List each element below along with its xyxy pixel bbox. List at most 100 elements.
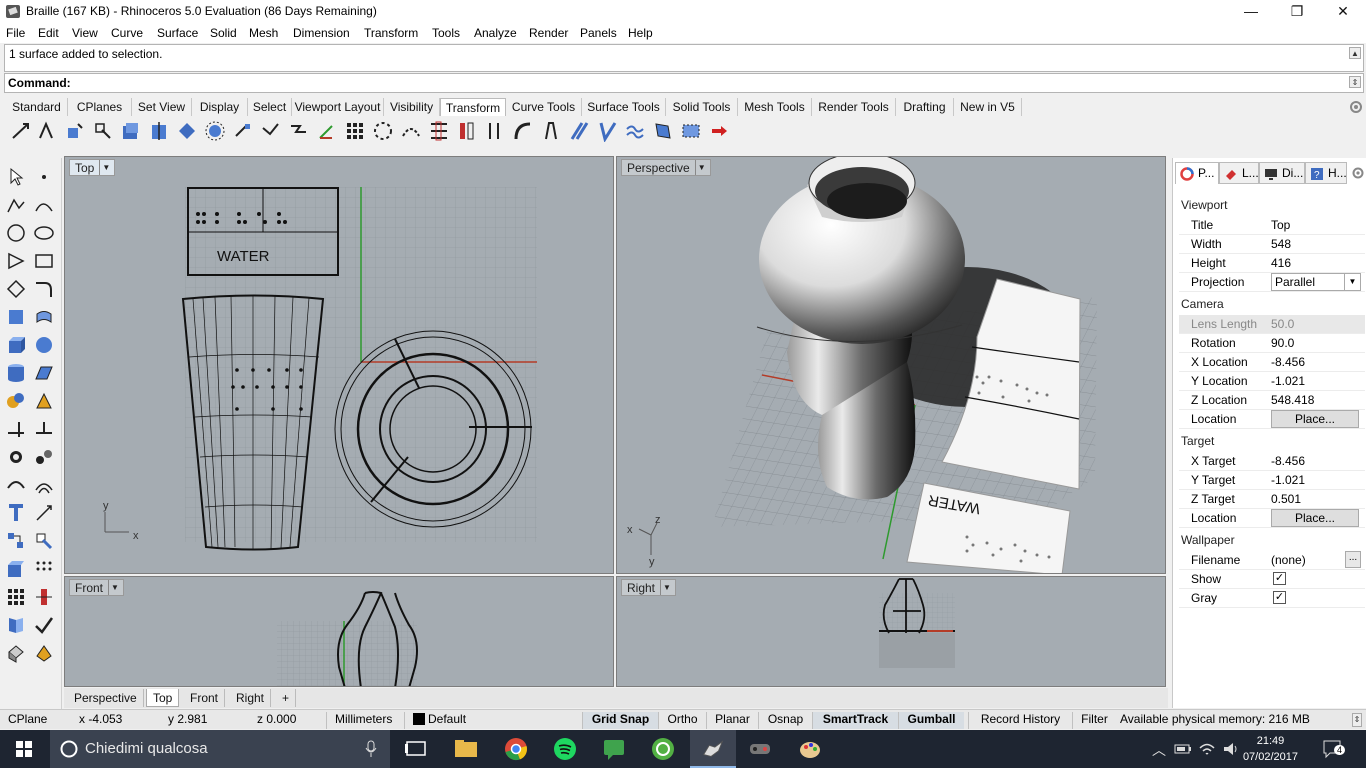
explode-icon[interactable] [33,390,55,412]
tab-visibility[interactable]: Visibility [384,98,440,116]
top-viewport-title[interactable]: Top ▼ [69,159,116,176]
boolean-icon[interactable] [5,390,27,412]
ungroup-icon[interactable] [33,446,55,468]
osnap-toggle[interactable]: Osnap [758,712,812,729]
game-controller-icon[interactable] [746,735,774,763]
prop-height-value[interactable]: 416 [1271,256,1291,270]
cage-edit-icon[interactable] [652,120,674,142]
join-icon[interactable] [5,474,27,496]
flow-icon[interactable] [568,120,590,142]
projection-select[interactable]: Parallel ▼ [1271,273,1361,291]
group-icon[interactable] [5,446,27,468]
prop-z-location-value[interactable]: 548.418 [1271,393,1314,407]
tab-mesh-tools[interactable]: Mesh Tools [738,98,812,116]
shear-icon[interactable] [232,120,254,142]
circle-icon[interactable] [5,222,27,244]
fillet-curve-icon[interactable] [33,278,55,300]
planar-toggle[interactable]: Planar [706,712,758,729]
tab-set-view[interactable]: Set View [132,98,192,116]
show-checkbox[interactable]: ✓ [1273,572,1286,585]
file-explorer-icon[interactable] [452,735,480,763]
surface-points-icon[interactable] [5,306,27,328]
bend-icon[interactable] [512,120,534,142]
front-viewport-title[interactable]: Front ▼ [69,579,125,596]
move-icon[interactable] [10,120,32,142]
menu-file[interactable]: File [6,26,25,40]
panel-tab-properties[interactable]: P... [1175,162,1219,184]
material-icon[interactable] [33,642,55,664]
rotate-3d-icon[interactable] [92,120,114,142]
command-line[interactable]: Command: ⇕ [4,73,1364,93]
status-cplane[interactable]: CPlane [8,712,47,729]
arc-icon[interactable] [5,250,27,272]
prop-x-target-value[interactable]: -8.456 [1271,454,1305,468]
gumball-toggle[interactable]: Gumball [898,712,964,729]
prop-x-location-value[interactable]: -8.456 [1271,355,1305,369]
smarttrack-toggle[interactable]: SmartTrack [812,712,898,729]
perspective-viewport[interactable]: WATER x z y Perspective ▼ [616,156,1166,574]
gray-checkbox[interactable]: ✓ [1273,591,1286,604]
menu-tools[interactable]: Tools [432,26,460,40]
paint-app-icon[interactable] [796,735,824,763]
ortho-toggle[interactable]: Ortho [658,712,706,729]
box-icon[interactable] [5,334,27,356]
mirror-icon[interactable] [260,120,282,142]
status-layer[interactable]: Default [404,712,474,729]
curve-icon[interactable] [33,194,55,216]
menu-solid[interactable]: Solid [210,26,237,40]
volume-icon[interactable] [1222,740,1240,758]
split-icon[interactable] [33,418,55,440]
scale-nu-icon[interactable] [204,120,226,142]
vptab-perspective[interactable]: Perspective [68,689,144,707]
menu-dimension[interactable]: Dimension [293,26,350,40]
scale-1d-icon[interactable] [148,120,170,142]
perspective-viewport-title[interactable]: Perspective ▼ [621,159,711,176]
ellipse-icon[interactable] [33,222,55,244]
control-points-icon[interactable] [5,530,27,552]
cplane-icon[interactable] [5,558,27,580]
text-icon[interactable] [5,502,27,524]
tab-render-tools[interactable]: Render Tools [812,98,896,116]
prop-y-location-value[interactable]: -1.021 [1271,374,1305,388]
wifi-icon[interactable] [1198,740,1216,758]
prop-rotation-value[interactable]: 90.0 [1271,336,1294,350]
blend-surface-icon[interactable] [5,614,27,636]
microphone-icon[interactable] [364,740,378,758]
prop-title-value[interactable]: Top [1271,218,1290,232]
smash-icon[interactable] [624,120,646,142]
show-hidden-icons-icon[interactable]: ︿ [1152,740,1166,760]
edit-points-icon[interactable] [33,530,55,552]
rotate-icon[interactable] [64,120,86,142]
offset-icon[interactable] [33,474,55,496]
array-icon[interactable] [344,120,366,142]
distribute-icon[interactable] [456,120,478,142]
scale-2d-icon[interactable] [176,120,198,142]
vptab-top[interactable]: Top [146,689,180,707]
tab-new-in-v5[interactable]: New in V5 [954,98,1022,116]
close-button[interactable]: ✕ [1320,0,1366,23]
tab-display[interactable]: Display [192,98,248,116]
tab-surface-tools[interactable]: Surface Tools [582,98,666,116]
orient-icon[interactable] [288,120,310,142]
chrome-icon[interactable] [502,735,530,763]
tab-viewport-layout[interactable]: Viewport Layout [292,98,384,116]
array-grid-icon[interactable] [5,586,27,608]
messaging-app-icon[interactable] [600,735,628,763]
browse-wallpaper-button[interactable]: ... [1345,551,1361,568]
panel-settings-gear-icon[interactable] [1351,166,1365,180]
array-polar-icon[interactable] [372,120,394,142]
viewport-menu-chevron-icon[interactable]: ▼ [694,160,708,175]
cylinder-icon[interactable] [5,362,27,384]
tab-cplanes[interactable]: CPlanes [68,98,132,116]
align-icon[interactable] [428,120,450,142]
rectangle-icon[interactable] [33,250,55,272]
polygon-icon[interactable] [5,278,27,300]
toolbar-settings-gear-icon[interactable] [1348,99,1364,115]
panel-tab-layers[interactable]: L... [1219,162,1259,184]
polyline-icon[interactable] [5,194,27,216]
cortana-search-box[interactable]: Chiedimi qualcosa [50,730,390,768]
point-icon[interactable] [33,166,55,188]
target-place-button[interactable]: Place... [1271,509,1359,527]
panel-tab-help[interactable]: ? H... [1305,162,1347,184]
sphere-icon[interactable] [33,334,55,356]
